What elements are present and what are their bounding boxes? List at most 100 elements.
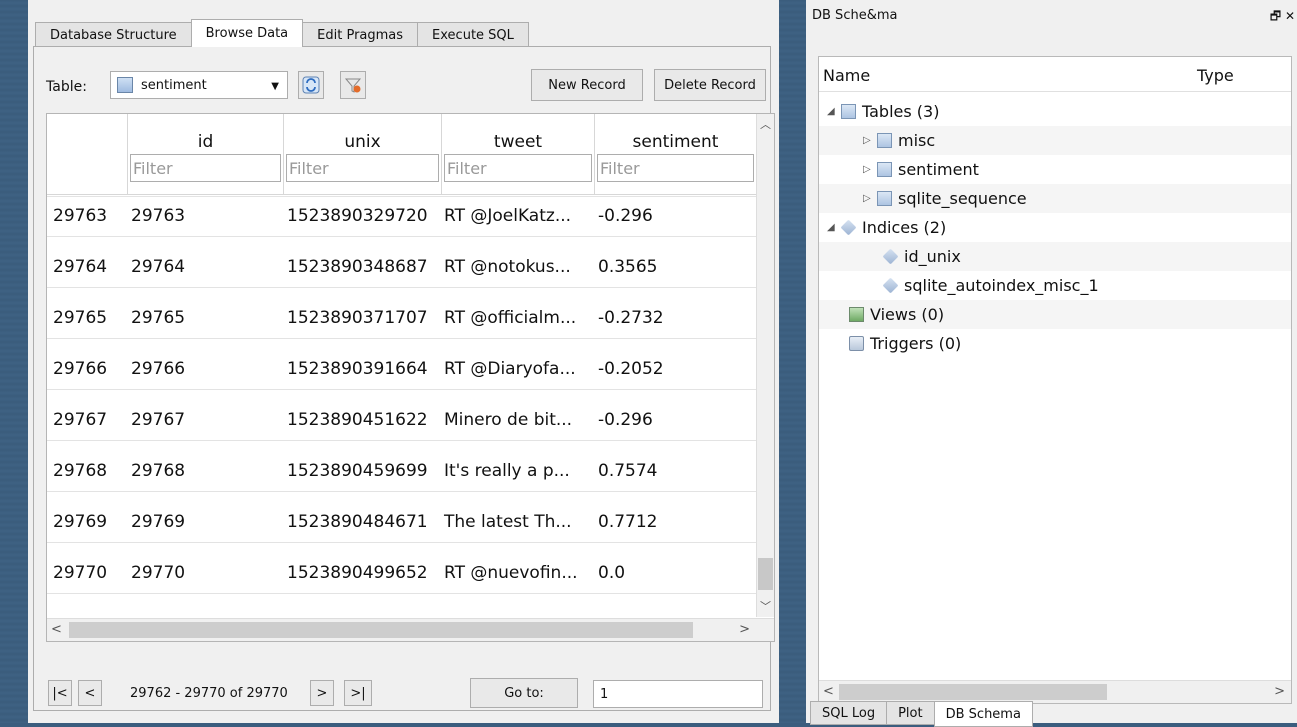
filter-sentiment[interactable]: Filter: [597, 154, 754, 182]
table-row[interactable]: 29763 29763 1523890329720 RT @JoelKatz... -0…: [47, 196, 757, 237]
cell-id[interactable]: 29767: [131, 410, 185, 430]
column-id[interactable]: id Filter: [128, 114, 284, 194]
cell-sentiment[interactable]: -0.2732: [598, 308, 664, 328]
cell-tweet[interactable]: RT @officialm...: [444, 308, 576, 328]
table-row[interactable]: 29767 29767 1523890451622 Minero de bit... -…: [47, 400, 757, 441]
cell-id[interactable]: 29764: [131, 257, 185, 277]
cell-sentiment[interactable]: -0.2052: [598, 359, 664, 379]
table-row[interactable]: 29768 29768 1523890459699 It's really a p..…: [47, 451, 757, 492]
tab-execute-sql[interactable]: Execute SQL: [417, 22, 529, 47]
vertical-scroll-thumb[interactable]: [758, 558, 773, 590]
cell-tweet[interactable]: Minero de bit...: [444, 410, 572, 430]
row-number: 29764: [53, 257, 108, 277]
table-row[interactable]: 29766 29766 1523890391664 RT @Diaryofa... -0…: [47, 349, 757, 390]
expanded-arrow-icon[interactable]: ◢: [827, 106, 841, 117]
next-page-button[interactable]: >: [310, 680, 334, 706]
cell-id[interactable]: 29769: [131, 512, 185, 532]
cell-unix[interactable]: 1523890499652: [287, 563, 428, 583]
goto-input[interactable]: 1: [593, 680, 763, 708]
cell-sentiment[interactable]: 0.7574: [598, 461, 657, 481]
cell-sentiment[interactable]: -0.296: [598, 410, 653, 430]
collapsed-arrow-icon[interactable]: ▷: [863, 164, 877, 175]
column-unix[interactable]: unix Filter: [284, 114, 442, 194]
cell-tweet[interactable]: RT @Diaryofa...: [444, 359, 576, 379]
table-row[interactable]: 29769 29769 1523890484671 The latest Th... 0…: [47, 502, 757, 543]
tree-item-sentiment[interactable]: ▷ sentiment: [863, 155, 1283, 184]
cell-unix[interactable]: 1523890329720: [287, 206, 428, 226]
table-row[interactable]: 29764 29764 1523890348687 RT @notokus... 0.3…: [47, 247, 757, 288]
tree-item-misc[interactable]: ▷ misc: [819, 126, 1291, 155]
cell-sentiment[interactable]: -0.296: [598, 206, 653, 226]
cell-unix[interactable]: 1523890451622: [287, 410, 428, 430]
table-select[interactable]: sentiment ▼: [110, 71, 288, 99]
refresh-button[interactable]: [298, 71, 324, 99]
tab-edit-pragmas[interactable]: Edit Pragmas: [302, 22, 419, 47]
cell-unix[interactable]: 1523890484671: [287, 512, 428, 532]
scroll-left-icon[interactable]: <: [51, 622, 62, 637]
tree-item-tables[interactable]: ◢ Tables (3): [827, 97, 1287, 126]
tab-db-schema[interactable]: DB Schema: [933, 701, 1033, 727]
cell-id[interactable]: 29768: [131, 461, 185, 481]
cell-sentiment[interactable]: 0.0: [598, 563, 625, 583]
cell-tweet[interactable]: The latest Th...: [444, 512, 572, 532]
cell-id[interactable]: 29766: [131, 359, 185, 379]
cell-unix[interactable]: 1523890459699: [287, 461, 428, 481]
collapsed-arrow-icon[interactable]: ▷: [863, 135, 877, 146]
cell-id[interactable]: 29770: [131, 563, 185, 583]
cell-tweet[interactable]: RT @JoelKatz...: [444, 206, 571, 226]
grid-horizontal-scrollbar[interactable]: < >: [47, 618, 774, 641]
clear-filters-button[interactable]: [340, 71, 366, 99]
dock-float-icon[interactable]: 🗗 ✕: [1270, 7, 1295, 28]
grid-vertical-scrollbar[interactable]: ︿ ﹀: [756, 114, 774, 617]
tree-horizontal-scrollbar[interactable]: < >: [819, 680, 1291, 703]
horizontal-scroll-thumb[interactable]: [69, 622, 693, 638]
tree-header-name: Name: [823, 66, 871, 85]
goto-button[interactable]: Go to:: [470, 678, 578, 708]
filter-tweet[interactable]: Filter: [444, 154, 592, 182]
cell-id[interactable]: 29765: [131, 308, 185, 328]
tree-item-triggers[interactable]: Triggers (0): [849, 329, 1279, 358]
tab-browse-data[interactable]: Browse Data: [190, 19, 304, 47]
cell-sentiment[interactable]: 0.7712: [598, 512, 657, 532]
expanded-arrow-icon[interactable]: ◢: [827, 222, 841, 233]
tree-item-label: Triggers (0): [870, 334, 962, 353]
row-number: 29765: [53, 308, 108, 328]
column-tweet[interactable]: tweet Filter: [442, 114, 595, 194]
cell-unix[interactable]: 1523890371707: [287, 308, 428, 328]
filter-id[interactable]: Filter: [130, 154, 281, 182]
column-sentiment[interactable]: sentiment Filter: [595, 114, 757, 194]
tab-plot[interactable]: Plot: [886, 701, 935, 725]
table-row[interactable]: 29765 29765 1523890371707 RT @officialm... -…: [47, 298, 757, 339]
tab-sql-log[interactable]: SQL Log: [810, 701, 888, 725]
filter-unix[interactable]: Filter: [286, 154, 439, 182]
collapsed-arrow-icon[interactable]: ▷: [863, 193, 877, 204]
prev-page-button[interactable]: <: [78, 680, 102, 706]
tree-item-indices[interactable]: ◢ Indices (2): [827, 213, 1287, 242]
scroll-down-icon[interactable]: ﹀: [760, 598, 771, 614]
tree-item-sqlite-sequence[interactable]: ▷ sqlite_sequence: [819, 184, 1291, 213]
browse-data-pane: Table: sentiment ▼ New Record Delete Rec…: [33, 46, 775, 711]
tree-item-id-unix[interactable]: id_unix: [819, 242, 1291, 271]
scroll-up-icon[interactable]: ︿: [760, 116, 771, 132]
first-page-button[interactable]: |<: [48, 680, 72, 706]
cell-tweet[interactable]: RT @notokus...: [444, 257, 571, 277]
scroll-right-icon[interactable]: >: [1274, 684, 1285, 699]
delete-record-button[interactable]: Delete Record: [654, 69, 766, 101]
cell-id[interactable]: 29763: [131, 206, 185, 226]
tree-scroll-thumb[interactable]: [839, 684, 1107, 700]
new-record-button[interactable]: New Record: [531, 69, 643, 101]
tree-item-sqlite-autoindex[interactable]: sqlite_autoindex_misc_1: [882, 271, 1283, 300]
scroll-left-icon[interactable]: <: [823, 684, 834, 699]
scroll-right-icon[interactable]: >: [739, 622, 750, 637]
column-header-tweet: tweet: [493, 132, 543, 152]
dock-title: DB Sche&ma: [812, 8, 898, 23]
table-row[interactable]: 29770 29770 1523890499652 RT @nuevofin... 0.…: [47, 553, 757, 594]
cell-tweet[interactable]: It's really a p...: [444, 461, 570, 481]
cell-tweet[interactable]: RT @nuevofin...: [444, 563, 578, 583]
last-page-button[interactable]: >|: [344, 680, 372, 706]
tab-database-structure[interactable]: Database Structure: [35, 22, 192, 47]
tree-item-views[interactable]: Views (0): [819, 300, 1291, 329]
cell-unix[interactable]: 1523890391664: [287, 359, 428, 379]
cell-sentiment[interactable]: 0.3565: [598, 257, 657, 277]
cell-unix[interactable]: 1523890348687: [287, 257, 428, 277]
